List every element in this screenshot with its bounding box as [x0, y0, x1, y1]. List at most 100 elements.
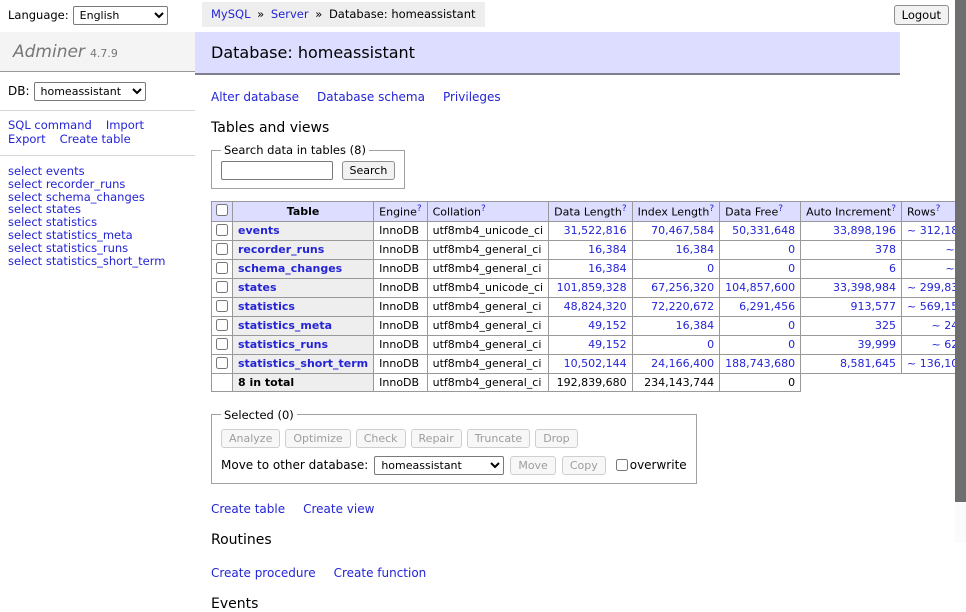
column-header-data-length: Data Length?: [549, 202, 632, 222]
help-link[interactable]: ?: [891, 204, 896, 214]
selected-legend: Selected (0): [221, 408, 297, 422]
total-engine-cell: InnoDB: [374, 373, 427, 391]
index-length-link[interactable]: 16,384: [676, 243, 715, 256]
sidebar-action-export[interactable]: Export: [8, 132, 46, 146]
index-length-link[interactable]: 70,467,584: [651, 224, 714, 237]
auto-increment-link[interactable]: 33,898,196: [833, 224, 896, 237]
data-free-link[interactable]: 0: [788, 262, 795, 275]
table-name-link[interactable]: recorder_runs: [238, 243, 324, 256]
data-length-link[interactable]: 101,859,328: [557, 281, 627, 294]
drop-button[interactable]: Drop: [535, 429, 577, 448]
create-table-link[interactable]: Create table: [211, 502, 285, 516]
data-length-link[interactable]: 16,384: [588, 262, 627, 275]
auto-increment-link[interactable]: 6: [889, 262, 896, 275]
index-length-link[interactable]: 67,256,320: [651, 281, 714, 294]
repair-button[interactable]: Repair: [411, 429, 462, 448]
help-link[interactable]: ?: [778, 204, 783, 214]
table-name-link[interactable]: states: [238, 281, 277, 294]
data-length-link[interactable]: 49,152: [588, 319, 627, 332]
copy-button[interactable]: Copy: [562, 456, 606, 475]
help-link[interactable]: ?: [709, 204, 714, 214]
row-checkbox[interactable]: [216, 338, 228, 350]
data-length-link[interactable]: 16,384: [588, 243, 627, 256]
engine-cell: InnoDB: [374, 278, 427, 297]
data-free-link[interactable]: 0: [788, 338, 795, 351]
search-button[interactable]: Search: [342, 161, 396, 180]
data-length-link[interactable]: 10,502,144: [564, 357, 627, 370]
data-free-link[interactable]: 6,291,456: [739, 300, 795, 313]
row-checkbox[interactable]: [216, 281, 228, 293]
nav-link-alter-database[interactable]: Alter database: [211, 90, 299, 104]
select-all-checkbox[interactable]: [216, 204, 228, 216]
index-length-link[interactable]: 16,384: [676, 319, 715, 332]
row-checkbox[interactable]: [216, 243, 228, 255]
auto-increment-cell: 6: [801, 259, 902, 278]
breadcrumb-link-server[interactable]: Server: [271, 7, 309, 21]
language-label: Language:: [8, 8, 69, 22]
breadcrumb-link-mysql[interactable]: MySQL: [211, 7, 251, 21]
help-link[interactable]: ?: [481, 204, 486, 214]
row-checkbox[interactable]: [216, 224, 228, 236]
db-select[interactable]: homeassistant: [34, 82, 146, 101]
logout-button[interactable]: Logout: [894, 5, 949, 25]
index-length-link[interactable]: 0: [707, 338, 714, 351]
help-link[interactable]: ?: [417, 204, 422, 214]
nav-link-privileges[interactable]: Privileges: [443, 90, 501, 104]
auto-increment-link[interactable]: 39,999: [858, 338, 897, 351]
table-name-link[interactable]: statistics: [238, 300, 295, 313]
search-input[interactable]: [221, 161, 333, 180]
data-free-link[interactable]: 104,857,600: [725, 281, 795, 294]
move-button[interactable]: Move: [510, 456, 556, 475]
table-name-link[interactable]: statistics_runs: [238, 338, 328, 351]
analyze-button[interactable]: Analyze: [221, 429, 280, 448]
move-db-select[interactable]: homeassistant: [374, 456, 504, 475]
auto-increment-link[interactable]: 33,398,984: [833, 281, 896, 294]
truncate-button[interactable]: Truncate: [467, 429, 530, 448]
index-length-link[interactable]: 0: [707, 262, 714, 275]
engine-cell: InnoDB: [374, 335, 427, 354]
index-length-link[interactable]: 72,220,672: [651, 300, 714, 313]
sidebar-action-sql-command[interactable]: SQL command: [8, 118, 92, 132]
table-row: statistics_short_termInnoDButf8mb4_gener…: [212, 354, 966, 373]
table-name-link[interactable]: events: [238, 224, 280, 237]
table-name-cell: states: [233, 278, 374, 297]
table-name-link[interactable]: statistics_short_term: [238, 357, 368, 370]
table-name-link[interactable]: schema_changes: [238, 262, 342, 275]
data-free-link[interactable]: 50,331,648: [732, 224, 795, 237]
data-length-link[interactable]: 31,522,816: [564, 224, 627, 237]
row-checkbox[interactable]: [216, 262, 228, 274]
overwrite-checkbox[interactable]: [616, 459, 628, 471]
row-checkbox[interactable]: [216, 319, 228, 331]
auto-increment-link[interactable]: 378: [875, 243, 896, 256]
collation-cell: utf8mb4_general_ci: [427, 297, 548, 316]
data-length-link[interactable]: 48,824,320: [564, 300, 627, 313]
auto-increment-link[interactable]: 8,581,645: [840, 357, 896, 370]
help-link[interactable]: ?: [622, 204, 627, 214]
sidebar-action-create-table[interactable]: Create table: [60, 132, 131, 146]
optimize-button[interactable]: Optimize: [285, 429, 350, 448]
create-procedure-link[interactable]: Create procedure: [211, 566, 316, 580]
auto-increment-link[interactable]: 325: [875, 319, 896, 332]
row-checkbox[interactable]: [216, 357, 228, 369]
auto-increment-cell: 33,898,196: [801, 221, 902, 240]
check-button[interactable]: Check: [356, 429, 406, 448]
help-link[interactable]: ?: [936, 204, 941, 214]
index-length-link[interactable]: 24,166,400: [651, 357, 714, 370]
adminer-logo[interactable]: Adminer: [13, 42, 85, 62]
table-name-link[interactable]: statistics_meta: [238, 319, 332, 332]
data-length-link[interactable]: 49,152: [588, 338, 627, 351]
column-header-data-free: Data Free?: [720, 202, 801, 222]
create-view-link[interactable]: Create view: [303, 502, 374, 516]
scrollbar-track[interactable]: [955, 0, 966, 543]
nav-link-database-schema[interactable]: Database schema: [317, 90, 425, 104]
sidebar-action-import[interactable]: Import: [106, 118, 144, 132]
data-free-link[interactable]: 0: [788, 319, 795, 332]
create-function-link[interactable]: Create function: [334, 566, 427, 580]
data-free-link[interactable]: 188,743,680: [725, 357, 795, 370]
data-free-link[interactable]: 0: [788, 243, 795, 256]
scrollbar-thumb[interactable]: [955, 0, 966, 502]
auto-increment-link[interactable]: 913,577: [851, 300, 897, 313]
sidebar-link-select-statistics-short-term[interactable]: select statistics_short_term: [8, 254, 165, 268]
language-select[interactable]: English: [73, 6, 168, 25]
row-checkbox[interactable]: [216, 300, 228, 312]
